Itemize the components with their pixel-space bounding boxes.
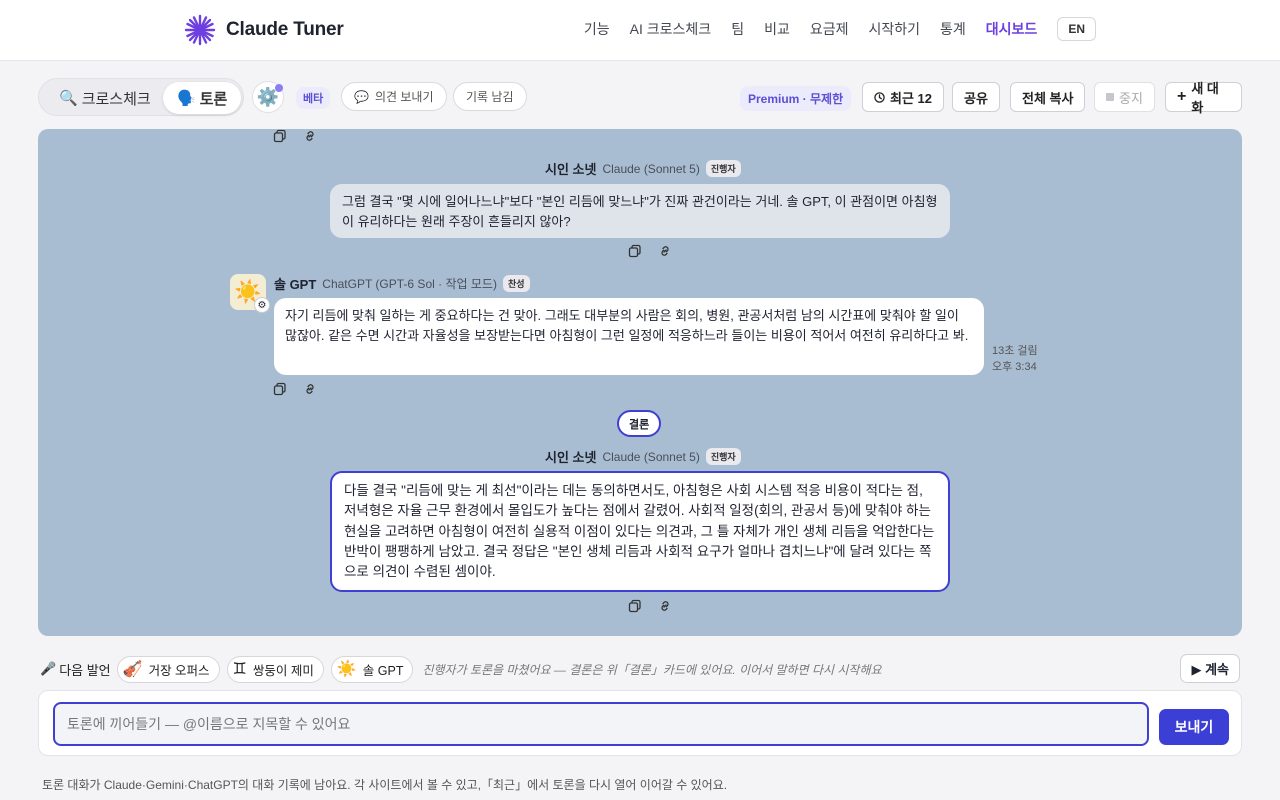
conclusion-message: 다들 결국 "리듬에 맞는 게 최선"이라는 데는 동의하면서도, 아침형은 사… (330, 471, 950, 592)
conclusion-badge: 결론 (617, 410, 662, 437)
speaker-name: 솔 GPT (274, 277, 317, 292)
next-speaker-label: 다음 발언 (59, 662, 111, 678)
chatgpt-badge-icon: ⚙ (254, 297, 270, 313)
recent-label: 최근 12 (890, 90, 932, 106)
speaker-chip-opus[interactable]: 🎻 거장 오퍼스 (116, 655, 220, 683)
speaker-name: 시인 소넷 (545, 162, 597, 177)
mode-switch: 🔍 크로스체크 🗣️ 토론 (38, 78, 244, 116)
speaker-header: 솔 GPT ChatGPT (GPT-6 Sol · 작업 모드) 찬성 (274, 274, 530, 293)
stop-label: 중지 (1119, 90, 1143, 106)
beta-badge: 베타 (296, 87, 331, 109)
copy-icon[interactable] (273, 382, 287, 396)
copy-all-label: 전체 복사 (1022, 90, 1074, 106)
recent-button[interactable]: 최근 12 (862, 82, 944, 112)
record-button[interactable]: 기록 남김 (453, 82, 527, 111)
mode-crosscheck-label: 크로스체크 (81, 90, 151, 108)
debate-transcript[interactable]: 시인 소넷 Claude (Sonnet 5) 진행자 그럼 결국 "몇 시에 … (38, 129, 1242, 636)
magnifier-icon: 🔍 (59, 90, 78, 107)
link-icon[interactable] (658, 244, 672, 258)
speaker-header: 시인 소넷 Claude (Sonnet 5) 진행자 (545, 447, 741, 466)
next-speaker-row: 🎤 다음 발언 🎻 거장 오퍼스 ♊ 쌍둥이 제미 ☀️ 솔 GPT 진행자가 … (40, 654, 1240, 684)
settings-button[interactable]: ⚙️ (252, 81, 284, 113)
mode-crosscheck-button[interactable]: 🔍 크로스체크 (45, 82, 165, 114)
message-actions (628, 599, 672, 613)
speaker-header: 시인 소넷 Claude (Sonnet 5) 진행자 (545, 159, 741, 178)
message-time: 오후 3:34 (992, 361, 1037, 373)
send-button[interactable]: 보내기 (1159, 709, 1229, 745)
nav-dashboard[interactable]: 대시보드 (986, 17, 1038, 41)
speaker-model: Claude (Sonnet 5) (602, 449, 700, 464)
new-chat-button[interactable]: + 새 대화 (1165, 81, 1242, 115)
plus-icon: + (1177, 88, 1187, 105)
nav-getting-started[interactable]: 시작하기 (869, 17, 921, 41)
nav-features[interactable]: 기능 (584, 17, 610, 41)
gemini-icon: ♊ (232, 661, 247, 678)
next-speaker-heading: 🎤 다음 발언 (40, 660, 111, 679)
mode-debate-label: 토론 (199, 90, 228, 108)
brand-name: Claude Tuner (226, 19, 344, 40)
speaking-head-icon: 🗣️ (177, 90, 196, 107)
speaker-name: 시인 소넷 (545, 450, 597, 465)
host-message: 그럼 결국 "몇 시에 일어나느냐"보다 "본인 리듬에 맞느냐"가 진짜 관건… (330, 184, 950, 238)
message-meta: 13초 걸림 오후 3:34 (992, 343, 1038, 375)
stop-button[interactable]: 중지 (1094, 82, 1155, 112)
microphone-icon: 🎤 (40, 661, 57, 676)
role-tag: 진행자 (705, 448, 741, 465)
copy-icon[interactable] (628, 244, 642, 258)
main-nav: 기능 AI 크로스체크 팀 비교 요금제 시작하기 통계 대시보드 EN (564, 17, 1096, 41)
mode-debate-button[interactable]: 🗣️ 토론 (163, 82, 242, 114)
role-tag: 진행자 (705, 160, 741, 177)
copy-all-button[interactable]: 전체 복사 (1010, 82, 1086, 112)
speaker-model: ChatGPT (GPT-6 Sol · 작업 모드) (322, 277, 497, 291)
share-button[interactable]: 공유 (952, 82, 1000, 112)
speaker-chip-gemini[interactable]: ♊ 쌍둥이 제미 (226, 655, 324, 683)
footer-note: 토론 대화가 Claude·Gemini·ChatGPT의 대화 기록에 남아요… (42, 778, 728, 792)
clock-icon (874, 91, 885, 103)
elapsed-time: 13초 걸림 (992, 345, 1038, 357)
composer: 보내기 (38, 690, 1242, 756)
debate-input[interactable] (53, 702, 1149, 746)
link-icon[interactable] (303, 129, 317, 143)
sun-icon: ☀️ (336, 661, 357, 678)
speaker-model: Claude (Sonnet 5) (602, 161, 700, 176)
stop-square-icon (1106, 93, 1114, 101)
share-label: 공유 (964, 90, 988, 106)
status-note: 진행자가 토론을 마쳤어요 — 결론은 위「결론」카드에 있어요. 이어서 말하… (422, 662, 882, 677)
nav-stats[interactable]: 통계 (940, 17, 966, 41)
starburst-logo-icon (184, 14, 216, 46)
speaker-chip-gpt[interactable]: ☀️ 솔 GPT (330, 655, 414, 683)
nav-pricing[interactable]: 요금제 (810, 17, 849, 41)
copy-icon[interactable] (628, 599, 642, 613)
feedback-label: 의견 보내기 (374, 90, 434, 104)
new-chat-label: 새 대화 (1191, 81, 1219, 115)
nav-compare[interactable]: 비교 (764, 17, 790, 41)
feedback-button[interactable]: 💬 의견 보내기 (341, 82, 447, 111)
copy-icon[interactable] (273, 129, 287, 143)
brand[interactable]: Claude Tuner (184, 14, 344, 46)
role-tag: 찬성 (502, 275, 530, 292)
notification-dot (275, 84, 283, 92)
message-actions (273, 129, 317, 143)
gpt-message: 자기 리듬에 맞춰 일하는 게 중요하다는 건 맞아. 그래도 대부분의 사람은… (274, 298, 984, 375)
chip-label: 쌍둥이 제미 (252, 663, 314, 678)
top-navbar: Claude Tuner 기능 AI 크로스체크 팀 비교 요금제 시작하기 통… (0, 0, 1280, 61)
record-label: 기록 남김 (466, 90, 514, 104)
message-actions (628, 244, 672, 258)
violin-icon: 🎻 (122, 661, 143, 678)
premium-badge: Premium · 무제한 (740, 86, 852, 111)
chip-label: 거장 오퍼스 (148, 663, 210, 678)
link-icon[interactable] (303, 382, 317, 396)
continue-button[interactable]: ▶ 계속 (1180, 654, 1240, 683)
language-toggle[interactable]: EN (1057, 17, 1096, 41)
debate-toolbar: 🔍 크로스체크 🗣️ 토론 ⚙️ 베타 💬 의견 보내기 기록 남김 Premi… (38, 78, 1242, 116)
nav-team[interactable]: 팀 (731, 17, 744, 41)
nav-ai-crosscheck[interactable]: AI 크로스체크 (630, 17, 712, 41)
speech-bubble-icon: 💬 (354, 89, 369, 104)
chip-label: 솔 GPT (362, 663, 404, 678)
link-icon[interactable] (658, 599, 672, 613)
message-actions (273, 382, 317, 396)
